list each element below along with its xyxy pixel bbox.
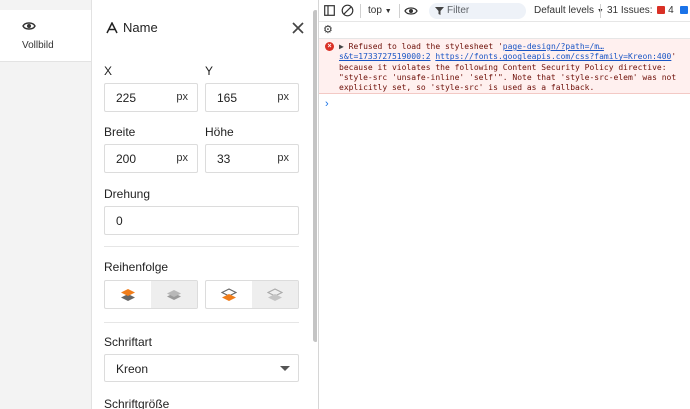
bring-to-front-button[interactable] [105, 281, 151, 308]
console-settings-bar: ⚙ [319, 22, 690, 39]
send-backward-button[interactable] [252, 281, 298, 308]
issues-label: 31 Issues: [607, 5, 653, 16]
close-icon[interactable] [291, 21, 305, 35]
divider [104, 322, 299, 323]
panel-scrollbar[interactable] [313, 10, 317, 342]
rotation-input[interactable]: 0 [104, 206, 299, 235]
error-icon: × [325, 42, 334, 51]
caret-down-icon: ▼ [384, 8, 392, 15]
filter-placeholder: Filter [447, 5, 470, 16]
font-value: Kreon [116, 362, 149, 376]
sidebar-toggle-icon[interactable] [324, 5, 335, 16]
divider [104, 246, 299, 247]
x-unit: px [176, 91, 188, 103]
issues-counter[interactable]: 31 Issues: 4 27 [607, 5, 690, 16]
layer-up-icon [167, 289, 181, 300]
y-input[interactable]: 165 px [205, 83, 299, 112]
font-size-label: Schriftgröße [104, 397, 170, 409]
font-select[interactable]: Kreon [104, 354, 299, 382]
expand-triangle-icon[interactable]: ▶ [339, 42, 344, 51]
log-levels-select[interactable]: Default levels ▼ [534, 5, 604, 16]
eye-icon [22, 22, 36, 30]
order-group-2 [205, 280, 299, 309]
error-badge-icon [657, 6, 666, 14]
height-value: 33 [217, 152, 231, 166]
y-unit: px [277, 91, 289, 103]
font-label: Schriftart [104, 335, 153, 349]
y-label: Y [205, 64, 214, 78]
chevron-down-icon [280, 366, 290, 371]
text-type-icon [106, 21, 118, 33]
layer-back-icon [221, 287, 237, 301]
console-error-message: × ▶ Refused to load the stylesheet 'page… [319, 39, 690, 94]
layer-down-icon [267, 287, 283, 301]
levels-label: Default levels [534, 5, 595, 16]
height-label: Höhe [205, 125, 234, 139]
stylesheet-url-link[interactable]: https://fonts.googleapis.com/css?family=… [435, 52, 671, 61]
console-toolbar: top ▼ Filter Default levels ▼ 31 Issues:… [319, 0, 690, 22]
info-badge-icon [679, 6, 688, 14]
clear-console-icon[interactable] [341, 4, 354, 17]
height-input[interactable]: 33 px [205, 144, 299, 173]
error-count: 4 [668, 5, 674, 16]
filter-icon [435, 7, 444, 15]
devtools-console: top ▼ Filter Default levels ▼ 31 Issues:… [318, 0, 690, 409]
rotation-label: Drehung [104, 187, 151, 201]
left-sidebar: Vollbild [0, 0, 91, 409]
error-prefix: Refused to load the stylesheet ' [348, 42, 503, 51]
width-input[interactable]: 200 px [104, 144, 198, 173]
width-unit: px [176, 152, 188, 164]
fullscreen-button[interactable]: Vollbild [0, 10, 91, 62]
send-to-back-button[interactable] [206, 281, 252, 308]
separator [600, 4, 601, 18]
separator [399, 4, 400, 18]
error-text: ▶ Refused to load the stylesheet 'page-d… [339, 42, 689, 93]
property-panel: Name X Y 225 px 165 px Breite Höhe 200 p… [91, 0, 317, 409]
panel-title: Name [123, 20, 158, 35]
width-value: 200 [116, 152, 137, 166]
context-select[interactable]: top ▼ [368, 5, 392, 16]
y-value: 165 [217, 91, 238, 105]
x-value: 225 [116, 91, 137, 105]
context-label: top [368, 5, 382, 16]
height-unit: px [277, 152, 289, 164]
x-label: X [104, 64, 113, 78]
width-label: Breite [104, 125, 136, 139]
x-input[interactable]: 225 px [104, 83, 198, 112]
layer-front-icon [121, 288, 135, 301]
bring-forward-button[interactable] [151, 281, 197, 308]
fullscreen-label: Vollbild [22, 40, 54, 51]
separator [360, 4, 361, 18]
filter-input[interactable]: Filter [429, 3, 526, 19]
eye-icon[interactable] [404, 6, 418, 16]
order-group-1 [104, 280, 198, 309]
panel-header: Name [106, 20, 158, 35]
console-prompt[interactable]: › [325, 98, 329, 110]
order-label: Reihenfolge [104, 260, 169, 274]
gear-icon[interactable]: ⚙ [323, 23, 333, 36]
rotation-value: 0 [116, 214, 123, 228]
